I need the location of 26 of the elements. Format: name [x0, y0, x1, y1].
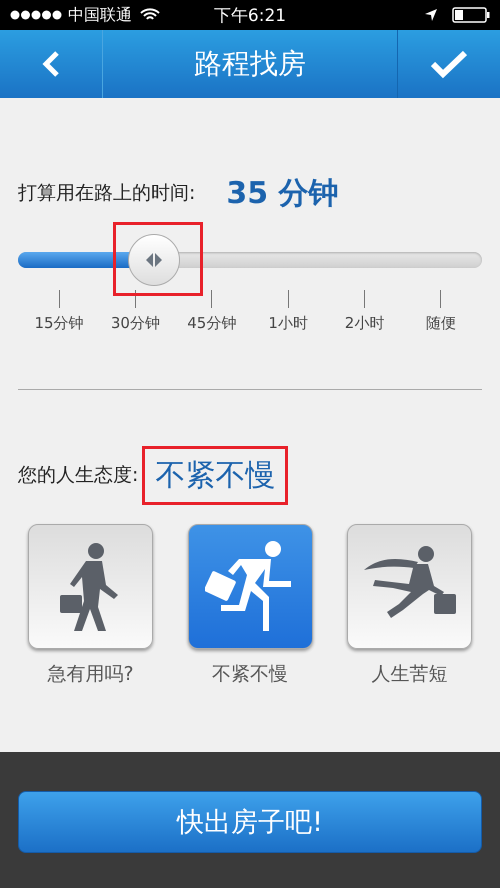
option-label: 不紧不慢	[212, 662, 288, 687]
back-chevron-icon	[41, 50, 61, 78]
commute-label: 打算用在路上的时间:	[18, 181, 196, 206]
tick-label: 1小时	[268, 314, 308, 333]
tick-label: 45分钟	[187, 314, 236, 333]
left-right-arrows-icon	[144, 253, 163, 267]
wifi-icon	[140, 8, 160, 22]
battery-icon	[452, 7, 490, 23]
carrier-name: 中国联通	[68, 4, 132, 26]
status-time: 下午6:21	[214, 4, 286, 26]
tick-label: 2小时	[344, 314, 384, 333]
signal-dots-icon	[10, 10, 62, 20]
checkmark-icon	[430, 49, 468, 79]
tick-label: 随便	[426, 314, 456, 333]
option-label: 人生苦短	[372, 662, 448, 687]
attitude-option[interactable]	[28, 524, 153, 649]
tick-label: 15分钟	[34, 314, 84, 333]
commute-value: 35 分钟	[225, 174, 340, 212]
attitude-value: 不紧不慢	[142, 446, 288, 504]
attitude-option[interactable]	[188, 524, 312, 649]
tick-label: 30分钟	[110, 314, 160, 333]
find-house-button[interactable]: 快出房子吧!	[18, 791, 482, 853]
attitude-label: 您的人生态度:	[18, 463, 138, 488]
location-arrow-icon	[424, 8, 438, 22]
option-label: 急有用吗?	[47, 662, 134, 687]
attitude-option[interactable]	[347, 524, 472, 649]
